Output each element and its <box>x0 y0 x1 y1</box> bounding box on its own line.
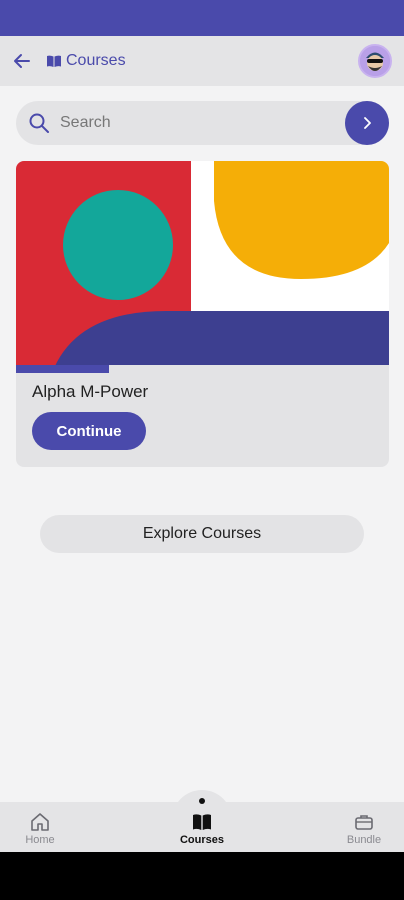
nav-item-courses[interactable]: Courses <box>162 812 242 852</box>
course-progress-fill <box>16 365 110 373</box>
status-bar <box>0 0 404 36</box>
nav-label-home: Home <box>25 834 55 846</box>
page-title: Courses <box>66 52 126 69</box>
search-bar <box>16 101 389 145</box>
continue-button[interactable]: Continue <box>32 412 146 450</box>
book-icon <box>193 814 211 830</box>
chevron-right-icon <box>364 117 371 129</box>
nav-label-bundle: Bundle <box>346 834 382 846</box>
app-bar: Courses <box>0 36 404 86</box>
user-avatar-icon <box>360 46 390 76</box>
course-title: Alpha M-Power <box>32 382 149 401</box>
bottom-nav: Home Courses Bundle <box>0 802 404 852</box>
breadcrumb: Courses <box>46 49 126 73</box>
arrow-left-icon <box>14 54 30 68</box>
back-button[interactable] <box>8 47 36 75</box>
explore-courses-button[interactable]: Explore Courses <box>40 515 364 553</box>
open-book-icon <box>47 55 61 67</box>
search-go-button[interactable] <box>345 101 389 145</box>
nav-item-bundle[interactable]: Bundle <box>324 812 404 852</box>
nav-label-courses: Courses <box>179 834 225 846</box>
course-thumbnail <box>16 161 389 373</box>
search-input[interactable] <box>60 109 330 137</box>
course-progress-bar <box>16 365 389 373</box>
briefcase-icon <box>355 815 373 830</box>
nav-item-home[interactable]: Home <box>0 812 80 852</box>
active-indicator-dot <box>199 798 205 804</box>
home-icon <box>31 813 49 831</box>
search-icon <box>29 113 49 133</box>
avatar[interactable] <box>358 44 392 78</box>
system-navigation-bar <box>0 852 404 900</box>
course-card[interactable]: Alpha M-Power Continue <box>16 161 389 467</box>
